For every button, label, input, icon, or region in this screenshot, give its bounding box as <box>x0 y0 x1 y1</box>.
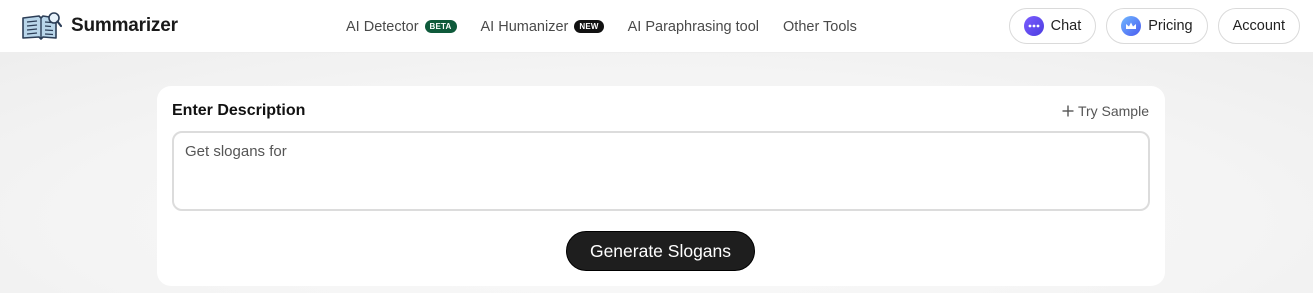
page: Summarizer AI Detector BETA AI Humanizer… <box>0 0 1313 293</box>
chat-button-label: Chat <box>1050 18 1082 34</box>
nav-item-ai-humanizer[interactable]: AI Humanizer NEW <box>481 0 604 53</box>
crown-icon <box>1121 16 1142 36</box>
pricing-button[interactable]: Pricing <box>1106 8 1208 44</box>
nav-item-other-tools[interactable]: Other Tools <box>783 0 857 53</box>
top-header: Summarizer AI Detector BETA AI Humanizer… <box>0 0 1313 53</box>
plus-icon <box>1062 105 1074 117</box>
nav-item-label: AI Paraphrasing tool <box>627 18 760 35</box>
pricing-button-label: Pricing <box>1148 18 1193 34</box>
new-badge: NEW <box>574 20 604 33</box>
header-actions: Chat Pricing Account <box>999 8 1300 44</box>
brand-name: Summarizer <box>71 15 178 36</box>
generate-slogans-button[interactable]: Generate Slogans <box>566 231 755 271</box>
slogan-form-card: Enter Description Try Sample Get slogans… <box>157 86 1165 286</box>
form-title: Enter Description <box>172 102 306 119</box>
brand[interactable]: Summarizer <box>20 10 178 42</box>
chat-button[interactable]: Chat <box>1008 8 1097 44</box>
account-button-label: Account <box>1232 18 1285 34</box>
account-button[interactable]: Account <box>1217 8 1300 44</box>
nav-item-ai-detector[interactable]: AI Detector BETA <box>346 0 457 53</box>
open-book-magnifier-icon <box>22 12 62 40</box>
main-nav: AI Detector BETA AI Humanizer NEW AI Par… <box>346 0 881 53</box>
nav-item-label: AI Humanizer <box>480 18 569 35</box>
description-input[interactable]: Get slogans for <box>172 131 1150 211</box>
try-sample-button[interactable]: Try Sample <box>1062 103 1149 119</box>
try-sample-label: Try Sample <box>1077 103 1149 119</box>
nav-item-label: AI Detector <box>346 18 419 35</box>
nav-item-label: Other Tools <box>783 18 857 35</box>
beta-badge: BETA <box>424 20 457 33</box>
nav-item-ai-paraphrasing-tool[interactable]: AI Paraphrasing tool <box>628 0 759 53</box>
chat-bubble-icon <box>1023 16 1044 36</box>
